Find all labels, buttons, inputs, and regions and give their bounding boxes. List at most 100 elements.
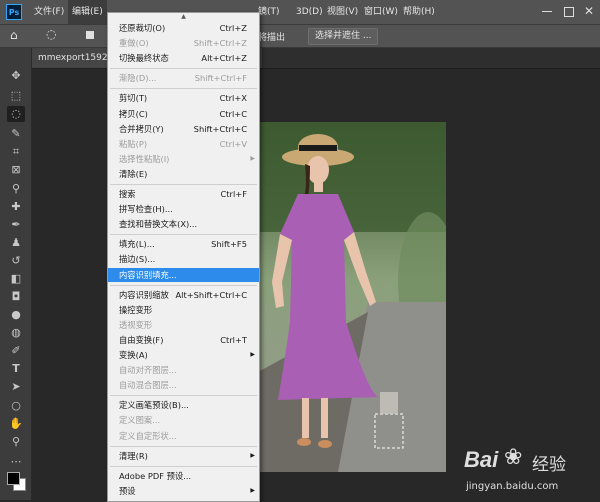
submenu-arrow-icon: ▶ — [250, 486, 255, 494]
edit-menu-item[interactable]: 描边(S)... — [108, 252, 259, 266]
edit-menu-item[interactable]: 填充(L)... Shift+F5 — [108, 237, 259, 251]
submenu-arrow-icon: ▶ — [250, 351, 255, 358]
edit-menu-item: 定义自定形状... — [108, 429, 259, 443]
partial-option-label: 将描出 — [258, 33, 286, 43]
menu-item-label: 预设 — [119, 485, 136, 496]
type-icon[interactable]: T — [7, 361, 25, 377]
crop-icon[interactable]: ⌗ — [7, 144, 25, 160]
pen-icon[interactable]: ✐ — [7, 343, 25, 359]
menu-separator — [110, 68, 257, 70]
menu-help[interactable]: 帮助(H) — [403, 0, 435, 24]
edit-menu-item[interactable]: 拼写检查(H)... — [108, 202, 259, 216]
edit-menu-item[interactable]: 定义画笔预设(B)... — [108, 398, 259, 412]
edit-menu-item[interactable]: Adobe PDF 预设... — [108, 469, 259, 483]
menu-item-shortcut: Ctrl+F — [220, 189, 248, 199]
history-brush-icon[interactable]: ↺ — [7, 253, 25, 269]
zoom-icon[interactable]: ⚲ — [7, 434, 25, 450]
menu-scroll-up-icon[interactable]: ▲ — [108, 13, 259, 21]
menu-item-label: 粘贴(P) — [119, 138, 148, 149]
paint-bucket-icon[interactable]: ◘ — [7, 289, 25, 305]
move-icon[interactable]: ✥ — [7, 68, 25, 84]
edit-menu-item: 透视变形 — [108, 318, 259, 332]
menu-3d[interactable]: 3D(D) — [296, 0, 323, 24]
healing-brush-icon[interactable]: ✚ — [7, 199, 25, 215]
menu-item-label: 内容识别缩放 — [119, 289, 169, 300]
eyedropper-icon[interactable]: ⚲ — [7, 181, 25, 197]
submenu-arrow-icon: ▶ — [250, 154, 255, 162]
watermark-url: jingyan.baidu.com — [466, 481, 559, 492]
menu-bar: Ps 文件(F) 编辑(E) 镜(T) 3D(D) 视图(V) 窗口(W) 帮助… — [0, 0, 600, 25]
menu-view[interactable]: 视图(V) — [327, 0, 358, 24]
menu-separator — [110, 284, 257, 286]
menu-item-label: 还原裁切(O) — [119, 23, 166, 33]
edit-menu-item[interactable]: 拷贝(C) Ctrl+C — [108, 107, 259, 121]
foreground-color-swatch[interactable] — [7, 472, 20, 485]
edit-menu-item[interactable]: 清除(E) — [108, 167, 259, 181]
menu-item-label: 拷贝(C) — [119, 108, 148, 119]
lasso-tool-preset-icon[interactable]: ◌ — [46, 27, 56, 41]
edit-menu-item: 粘贴(P) Ctrl+V — [108, 137, 259, 151]
menu-item-label: 自由变换(F) — [119, 334, 164, 345]
brush-icon[interactable]: ✒ — [7, 217, 25, 233]
menu-item-label: 剪切(T) — [119, 93, 148, 104]
edit-menu-item[interactable]: 搜索 Ctrl+F — [108, 187, 259, 201]
edit-menu-item: 自动混合图层... — [108, 378, 259, 392]
edit-menu-item[interactable]: 变换(A) ▶ — [108, 348, 259, 362]
menu-item-shortcut: Ctrl+T — [220, 334, 247, 345]
menu-item-label: 定义图案... — [119, 415, 161, 426]
menu-separator — [110, 234, 257, 236]
dodge-icon[interactable]: ◍ — [7, 325, 25, 341]
menu-item-shortcut: Alt+Ctrl+Z — [201, 53, 247, 64]
quick-select-icon[interactable]: ✎ — [7, 126, 25, 142]
options-bar: ⌂ ◌ 将描出 选择并遮住 ... — [0, 25, 600, 48]
menu-separator — [110, 445, 257, 447]
menu-item-label: 清理(R) — [119, 450, 148, 461]
edit-menu-item[interactable]: 查找和替换文本(X)... — [108, 217, 259, 231]
menu-item-label: 透视变形 — [119, 319, 153, 330]
edit-menu-item[interactable]: 切换最终状态 Alt+Ctrl+Z — [108, 51, 259, 65]
menu-edit[interactable]: 编辑(E) — [68, 0, 107, 24]
window-maximize-icon[interactable] — [564, 7, 574, 17]
menu-filter[interactable]: 镜(T) — [258, 0, 280, 24]
edit-menu-item[interactable]: 内容识别缩放 Alt+Shift+Ctrl+C — [108, 288, 259, 302]
window-close-icon[interactable]: ✕ — [584, 4, 594, 18]
edit-menu-item[interactable]: 自由变换(F) Ctrl+T — [108, 333, 259, 347]
home-icon[interactable]: ⌂ — [10, 28, 18, 42]
blur-icon[interactable]: ● — [7, 307, 25, 323]
menu-item-shortcut: Alt+Shift+Ctrl+C — [175, 289, 247, 300]
canvas-photo — [258, 122, 446, 472]
edit-menu-item: 自动对齐图层... — [108, 363, 259, 377]
path-select-icon[interactable]: ➤ — [7, 379, 25, 395]
edit-menu-item[interactable]: 内容识别填充... — [108, 267, 259, 282]
clone-stamp-icon[interactable]: ♟ — [7, 235, 25, 251]
marquee-icon[interactable]: ⬚ — [7, 88, 25, 104]
tools-panel: ✥ ⬚ ◌ ✎ ⌗ ⊠ ⚲ ✚ ✒ ♟ ↺ ◧ ◘ ● ◍ ✐ T ➤ ○ ✋ … — [0, 48, 32, 500]
edit-menu-item[interactable]: 剪切(T) Ctrl+X — [108, 91, 259, 105]
new-selection-icon[interactable] — [86, 31, 94, 39]
menu-item-label: 内容识别填充... — [119, 269, 177, 280]
ellipse-icon[interactable]: ○ — [7, 398, 25, 414]
frame-icon[interactable]: ⊠ — [7, 162, 25, 178]
menu-item-label: Adobe PDF 预设... — [119, 470, 192, 481]
menu-item-shortcut: Shift+F5 — [211, 239, 247, 250]
menu-item-label: 定义自定形状... — [119, 430, 177, 441]
eraser-icon[interactable]: ◧ — [7, 271, 25, 287]
select-and-mask-button[interactable]: 选择并遮住 ... — [308, 28, 379, 45]
baidu-paw-icon: ❀ — [504, 445, 523, 470]
window-minimize-icon[interactable] — [542, 11, 552, 12]
edit-menu-item[interactable]: 预设 ▶ — [108, 484, 259, 498]
hand-icon[interactable]: ✋ — [7, 416, 25, 432]
menu-file[interactable]: 文件(F) — [34, 0, 64, 24]
edit-menu-item[interactable]: 还原裁切(O) Ctrl+Z — [108, 21, 259, 35]
menu-item-shortcut: Ctrl+Z — [219, 23, 247, 33]
baidu-watermark: Bai ❀ 经验 jingyan.baidu.com — [460, 433, 600, 500]
menu-window[interactable]: 窗口(W) — [364, 0, 398, 24]
menu-item-shortcut: Shift+Ctrl+F — [194, 73, 247, 84]
menu-item-label: 渐隐(D)... — [119, 73, 157, 84]
edit-menu-item[interactable]: 操控变形 — [108, 303, 259, 317]
edit-menu-item[interactable]: 合并拷贝(Y) Shift+Ctrl+C — [108, 122, 259, 136]
edit-menu-item[interactable]: 清理(R) ▶ — [108, 449, 259, 463]
menu-item-label: 填充(L)... — [119, 239, 155, 250]
lasso-icon[interactable]: ◌ — [7, 106, 25, 122]
more-tools-icon[interactable]: ⋯ — [7, 454, 25, 470]
